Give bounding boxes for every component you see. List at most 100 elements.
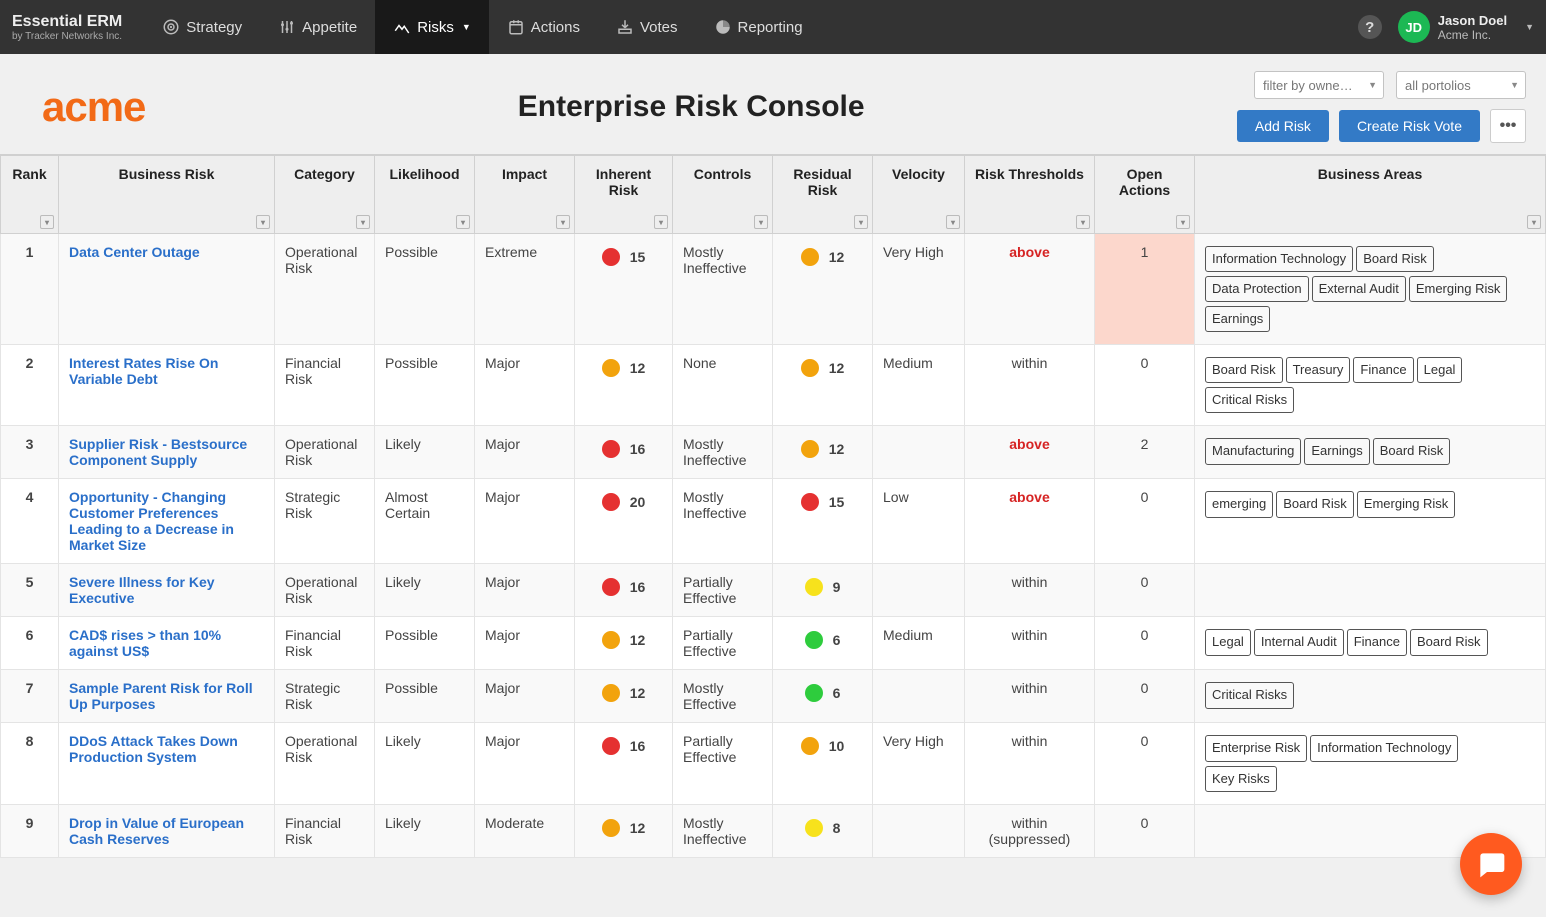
residual-cell: 6 — [773, 670, 873, 723]
user-menu[interactable]: JD Jason Doel Acme Inc. ▼ — [1398, 11, 1534, 43]
column-filter-icon[interactable]: ▾ — [556, 215, 570, 229]
residual-cell: 12 — [773, 345, 873, 426]
col-label: Open Actions — [1119, 166, 1170, 198]
column-filter-icon[interactable]: ▾ — [40, 215, 54, 229]
area-tag[interactable]: Enterprise Risk — [1205, 735, 1307, 761]
risk-dot-icon — [602, 631, 620, 649]
controls-cell: Mostly Ineffective — [673, 234, 773, 345]
area-tag[interactable]: Finance — [1347, 629, 1407, 655]
residual-cell: 12 — [773, 234, 873, 345]
add-risk-button[interactable]: Add Risk — [1237, 110, 1329, 142]
nav-reporting[interactable]: Reporting — [696, 0, 821, 54]
velocity-cell: Very High — [873, 723, 965, 804]
column-filter-icon[interactable]: ▾ — [456, 215, 470, 229]
residual-cell: 8 — [773, 804, 873, 857]
risk-cell: Opportunity - Changing Customer Preferen… — [59, 479, 275, 564]
residual-value: 12 — [829, 360, 845, 376]
risk-dot-icon — [602, 440, 620, 458]
area-tag[interactable]: Critical Risks — [1205, 387, 1294, 413]
col-label: Category — [294, 166, 355, 182]
risk-link[interactable]: Drop in Value of European Cash Reserves — [69, 815, 244, 847]
risk-cell: Sample Parent Risk for Roll Up Purposes — [59, 670, 275, 723]
area-tag[interactable]: Board Risk — [1356, 246, 1434, 272]
column-filter-icon[interactable]: ▾ — [356, 215, 370, 229]
impact-cell: Major — [475, 564, 575, 617]
risk-link[interactable]: DDoS Attack Takes Down Production System — [69, 733, 238, 765]
chevron-down-icon: ▼ — [1525, 22, 1534, 32]
residual-value: 12 — [829, 249, 845, 265]
brand: Essential ERM by Tracker Networks Inc. — [12, 13, 122, 42]
risk-dot-icon — [805, 578, 823, 596]
nav-actions[interactable]: Actions — [489, 0, 598, 54]
nav-strategy[interactable]: Strategy — [144, 0, 260, 54]
residual-value: 8 — [833, 820, 841, 836]
risk-link[interactable]: Opportunity - Changing Customer Preferen… — [69, 489, 234, 553]
category-cell: Financial Risk — [275, 345, 375, 426]
risk-cell: Data Center Outage — [59, 234, 275, 345]
chat-launcher[interactable] — [1460, 833, 1522, 895]
more-actions-button[interactable]: ••• — [1490, 109, 1526, 143]
area-tag[interactable]: Key Risks — [1205, 766, 1277, 792]
col-label: Controls — [694, 166, 752, 182]
area-tag[interactable]: emerging — [1205, 491, 1273, 517]
column-filter-icon[interactable]: ▾ — [1176, 215, 1190, 229]
risk-link[interactable]: Sample Parent Risk for Roll Up Purposes — [69, 680, 253, 712]
risk-dot-icon — [602, 684, 620, 702]
risk-dot-icon — [801, 737, 819, 755]
area-tag[interactable]: Information Technology — [1310, 735, 1458, 761]
nav-appetite[interactable]: Appetite — [260, 0, 375, 54]
threshold-cell: within (suppressed) — [965, 804, 1095, 857]
help-icon[interactable]: ? — [1358, 15, 1382, 39]
area-tag[interactable]: Internal Audit — [1254, 629, 1344, 655]
controls-cell: Mostly Ineffective — [673, 426, 773, 479]
area-tag[interactable]: Information Technology — [1205, 246, 1353, 272]
area-tag[interactable]: Earnings — [1304, 438, 1369, 464]
threshold-cell: within — [965, 617, 1095, 670]
likelihood-cell: Likely — [375, 804, 475, 857]
area-tag[interactable]: Legal — [1205, 629, 1251, 655]
area-tag[interactable]: External Audit — [1312, 276, 1406, 302]
risk-link[interactable]: Supplier Risk - Bestsource Component Sup… — [69, 436, 247, 468]
area-tag[interactable]: Legal — [1417, 357, 1463, 383]
risk-link[interactable]: Severe Illness for Key Executive — [69, 574, 215, 606]
area-tag[interactable]: Treasury — [1286, 357, 1351, 383]
controls-cell: Partially Effective — [673, 723, 773, 804]
nav-risks[interactable]: Risks▼ — [375, 0, 489, 54]
impact-cell: Major — [475, 617, 575, 670]
risk-dot-icon — [801, 359, 819, 377]
column-filter-icon[interactable]: ▾ — [754, 215, 768, 229]
nav-votes[interactable]: Votes — [598, 0, 696, 54]
column-filter-icon[interactable]: ▾ — [1076, 215, 1090, 229]
area-tag[interactable]: Emerging Risk — [1357, 491, 1456, 517]
filter-owner-select[interactable]: filter by owne… — [1254, 71, 1384, 99]
area-tag[interactable]: Critical Risks — [1205, 682, 1294, 708]
open-actions-cell: 0 — [1095, 804, 1195, 857]
likelihood-cell: Almost Certain — [375, 479, 475, 564]
inherent-cell: 12 — [575, 804, 673, 857]
column-filter-icon[interactable]: ▾ — [854, 215, 868, 229]
filter-portfolio-select[interactable]: all portolios — [1396, 71, 1526, 99]
col-header: Category ▾ — [275, 156, 375, 234]
risk-link[interactable]: Interest Rates Rise On Variable Debt — [69, 355, 218, 387]
col-label: Impact — [502, 166, 547, 182]
risk-link[interactable]: Data Center Outage — [69, 244, 200, 260]
column-filter-icon[interactable]: ▾ — [256, 215, 270, 229]
areas-cell: Board RiskTreasuryFinanceLegal Critical R… — [1195, 345, 1546, 426]
column-filter-icon[interactable]: ▾ — [1527, 215, 1541, 229]
area-tag[interactable]: Earnings — [1205, 306, 1270, 332]
area-tag[interactable]: Board Risk — [1276, 491, 1354, 517]
column-filter-icon[interactable]: ▾ — [654, 215, 668, 229]
area-tag[interactable]: Board Risk — [1205, 357, 1283, 383]
area-tag[interactable]: Emerging Risk — [1409, 276, 1508, 302]
column-filter-icon[interactable]: ▾ — [946, 215, 960, 229]
area-tag[interactable]: Board Risk — [1410, 629, 1488, 655]
area-tag[interactable]: Finance — [1353, 357, 1413, 383]
create-risk-vote-button[interactable]: Create Risk Vote — [1339, 110, 1480, 142]
controls-cell: Mostly Ineffective — [673, 804, 773, 857]
category-cell: Financial Risk — [275, 804, 375, 857]
area-tag[interactable]: Manufacturing — [1205, 438, 1301, 464]
area-tag[interactable]: Data Protection — [1205, 276, 1309, 302]
areas-cell: Enterprise RiskInformation Technology Key… — [1195, 723, 1546, 804]
risk-link[interactable]: CAD$ rises > than 10% against US$ — [69, 627, 221, 659]
area-tag[interactable]: Board Risk — [1373, 438, 1451, 464]
